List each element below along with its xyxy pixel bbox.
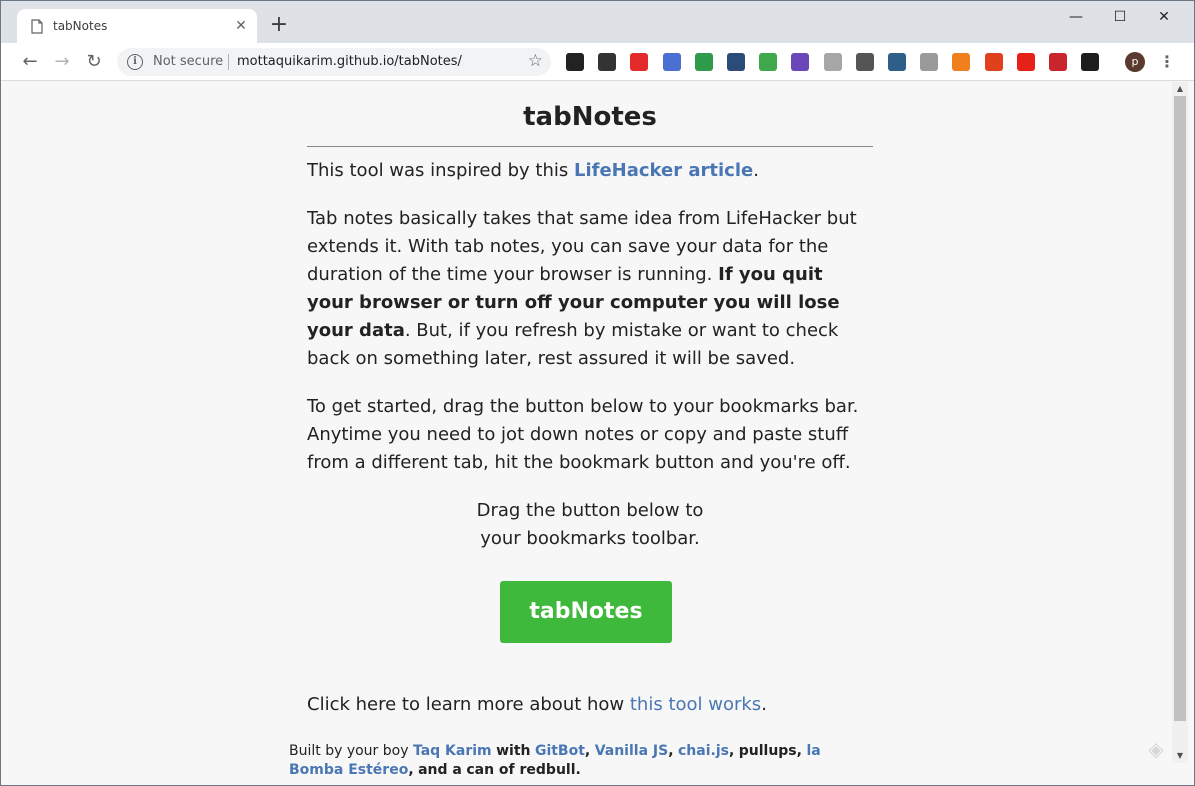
ext-11-icon[interactable] <box>888 53 906 71</box>
intro-suffix: . <box>753 160 759 181</box>
gitbot-link[interactable]: GitBot <box>535 743 585 759</box>
menu-icon[interactable]: ⋮ <box>1159 51 1175 73</box>
rss-icon[interactable] <box>824 53 842 71</box>
feedly-icon[interactable] <box>727 53 745 71</box>
intro-paragraph: This tool was inspired by this LifeHacke… <box>307 157 873 185</box>
info-icon[interactable]: i <box>127 54 143 70</box>
forward-arrow-icon[interactable]: → <box>51 51 73 73</box>
browser-toolbar: ← → ↻ i Not secure mottaquikarim.github.… <box>1 43 1194 81</box>
url-text[interactable]: mottaquikarim.github.io/tabNotes/ <box>237 54 462 69</box>
minimize-icon[interactable]: — <box>1053 5 1099 29</box>
address-bar[interactable]: i Not secure mottaquikarim.github.io/tab… <box>117 48 551 76</box>
scroll-up-icon[interactable]: ▲ <box>1172 82 1188 96</box>
tab-strip: tabNotes ✕ + — ☐ ✕ <box>1 1 1194 43</box>
youtube-icon[interactable] <box>1017 53 1035 71</box>
tab-title: tabNotes <box>53 19 108 33</box>
description-paragraph: Tab notes basically takes that same idea… <box>307 205 873 373</box>
page-viewport: tabNotes This tool was inspired by this … <box>9 82 1172 782</box>
flask-icon[interactable] <box>791 53 809 71</box>
vanilla-js-link[interactable]: Vanilla JS <box>595 743 669 759</box>
fox-icon[interactable] <box>1081 53 1099 71</box>
intro-text: This tool was inspired by this <box>307 160 574 181</box>
vivaldi-icon[interactable] <box>985 53 1003 71</box>
maximize-icon[interactable]: ☐ <box>1097 5 1143 29</box>
close-tab-icon[interactable]: ✕ <box>233 18 249 34</box>
browser-window: tabNotes ✕ + — ☐ ✕ ← → ↻ i Not secure mo… <box>0 0 1195 786</box>
with-text: with <box>496 743 531 759</box>
calendar-icon[interactable] <box>663 53 681 71</box>
page-title: tabNotes <box>307 102 873 147</box>
bird-icon[interactable] <box>1049 53 1067 71</box>
reload-icon[interactable]: ↻ <box>83 51 105 73</box>
opera-icon[interactable] <box>630 53 648 71</box>
built-by-text: Built by your boy <box>289 743 409 759</box>
instructions-paragraph: To get started, drag the button below to… <box>307 396 859 473</box>
window-close-icon[interactable]: ✕ <box>1141 5 1187 29</box>
button-wrapper: tabNotes <box>307 581 873 643</box>
learn-more-text: Click here to learn more about how <box>307 694 630 715</box>
and-a-text: and a <box>418 762 462 778</box>
scroll-down-icon[interactable]: ▼ <box>1172 749 1188 763</box>
not-secure-label: Not secure <box>153 54 224 69</box>
tabnotes-bookmarklet-button[interactable]: tabNotes <box>500 581 672 643</box>
ext-13-icon[interactable] <box>952 53 970 71</box>
lifehacker-link[interactable]: LifeHacker article <box>574 160 753 181</box>
ext-5-icon[interactable] <box>695 53 713 71</box>
learn-more-suffix: . <box>761 694 767 715</box>
back-arrow-icon[interactable]: ← <box>19 51 41 73</box>
new-tab-icon[interactable]: + <box>269 14 289 36</box>
address-separator <box>228 54 229 70</box>
plus-ext-icon[interactable] <box>759 53 777 71</box>
footer-credits: Built by your boy Taq Karim with GitBot,… <box>289 743 821 778</box>
author-link[interactable]: Taq Karim <box>413 743 492 759</box>
browser-tab[interactable]: tabNotes ✕ <box>17 9 257 43</box>
mic-icon[interactable] <box>920 53 938 71</box>
drag-line-2: your bookmarks toolbar. <box>480 528 700 549</box>
main-content: tabNotes This tool was inspired by this … <box>307 82 873 719</box>
profile-avatar[interactable]: p <box>1125 52 1145 72</box>
scrollbar-thumb[interactable] <box>1174 96 1186 721</box>
vertical-scrollbar[interactable]: ▲ ▼ <box>1172 82 1188 763</box>
chai-js-link[interactable]: chai.js <box>678 743 729 759</box>
gitbook-edit-icon[interactable]: ◈ <box>1144 738 1168 760</box>
bookmark-star-icon[interactable]: ☆ <box>528 51 543 71</box>
tool-works-link[interactable]: this tool works <box>630 694 761 715</box>
redbull-text: can of redbull. <box>466 762 581 778</box>
pullups-text: pullups <box>738 743 797 759</box>
drag-line-1: Drag the button below to <box>476 500 704 521</box>
ext-2-icon[interactable] <box>598 53 616 71</box>
learn-more-paragraph: Click here to learn more about how this … <box>307 691 873 719</box>
ext-1-icon[interactable] <box>566 53 584 71</box>
bulb-icon[interactable] <box>856 53 874 71</box>
page-icon <box>31 19 43 34</box>
drag-instructions: Drag the button below to your bookmarks … <box>307 497 873 553</box>
